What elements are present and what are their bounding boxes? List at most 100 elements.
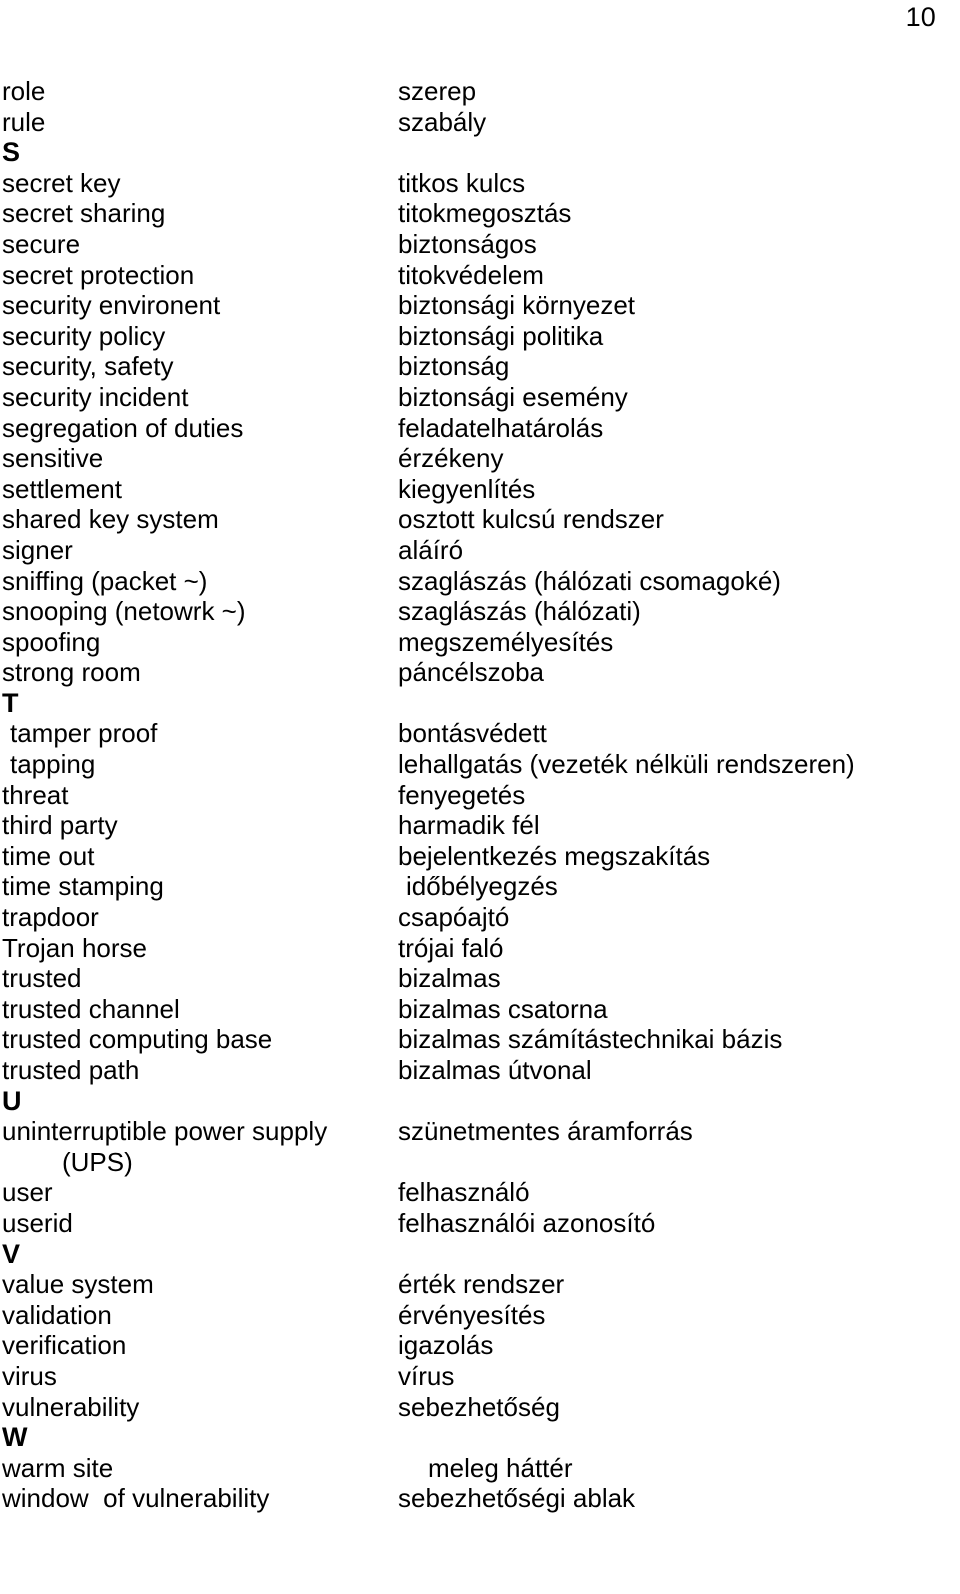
term-hungarian: bizalmas csatorna [398,993,608,1024]
glossary-letter-heading: S [0,137,960,168]
glossary-row: trapdoor csapóajtó [0,902,960,933]
term-hungarian: felhasználói azonosító [398,1207,656,1238]
term-english: vulnerability [2,1391,140,1422]
glossary-row: (UPS) [0,1147,960,1178]
term-english: time stamping [2,871,164,902]
term-english: warm site [2,1452,114,1483]
term-hungarian: biztonság [398,351,510,382]
term-hungarian: biztonsági politika [398,320,604,351]
glossary-row: tamper proof bontásvédett [0,718,960,749]
glossary-row: spoofing megszemélyesítés [0,627,960,658]
glossary-row: security environent biztonsági környezet [0,290,960,321]
term-english: rule [2,106,46,137]
glossary-row: user felhasználó [0,1177,960,1208]
term-english: user [2,1177,53,1208]
term-hungarian: megszemélyesítés [398,626,614,657]
glossary-letter-heading: W [0,1422,960,1453]
term-english: spoofing [2,626,101,657]
term-hungarian: sebezhetőség [398,1391,560,1422]
term-english: security policy [2,320,166,351]
document-page: 10 role szerep rule szabály Ssecret key titko… [0,0,960,1594]
glossary-row: secret key titkos kulcs [0,168,960,199]
term-hungarian: meleg háttér [428,1452,573,1483]
term-english: Trojan horse [2,932,147,963]
glossary-row: signer aláíró [0,535,960,566]
glossary-row: vulnerability sebezhetőség [0,1392,960,1423]
glossary-row: warm site meleg háttér [0,1453,960,1484]
term-hungarian: szünetmentes áramforrás [398,1116,693,1147]
glossary-row: userid felhasználói azonosító [0,1208,960,1239]
term-english: role [2,76,46,106]
glossary-table: role szerep rule szabály Ssecret key titkos k… [0,76,960,1514]
term-hungarian: sebezhetőségi ablak [398,1483,636,1514]
term-hungarian: bontásvédett [398,718,547,749]
glossary-row: security incident biztonsági esemény [0,382,960,413]
term-hungarian: titokvédelem [398,259,544,290]
term-hungarian: szerep [398,76,477,106]
term-english: secret sharing [2,198,166,229]
term-english: trapdoor [2,902,99,933]
glossary-row: security policy biztonsági politika [0,321,960,352]
term-hungarian: osztott kulcsú rendszer [398,504,664,535]
term-english: strong room [2,657,141,688]
term-hungarian: időbélyegzés [406,871,558,902]
term-hungarian: bizalmas számítástechnikai bázis [398,1024,783,1055]
glossary-row: tapping lehallgatás (vezeték nélküli rend… [0,749,960,780]
term-english: userid [2,1207,73,1238]
term-english: segregation of duties [2,412,244,443]
glossary-row: trusted channel bizalmas csatorna [0,994,960,1025]
term-hungarian: csapóajtó [398,902,510,933]
glossary-row: value system érték rendszer [0,1269,960,1300]
term-english: secure [2,228,81,259]
term-english: signer [2,534,73,565]
term-hungarian: igazolás [398,1330,494,1361]
letter-label: S [2,137,21,168]
term-hungarian: harmadik fél [398,810,540,841]
term-english: time out [2,840,95,871]
term-hungarian: bizalmas útvonal [398,1055,592,1085]
term-hungarian: titkos kulcs [398,167,526,198]
glossary-letter-heading: V [0,1239,960,1270]
term-hungarian: titokmegosztás [398,198,572,229]
glossary-row: verification igazolás [0,1330,960,1361]
letter-label: W [2,1422,28,1453]
term-hungarian: páncélszoba [398,657,544,688]
glossary-row: Trojan horse trójai faló [0,933,960,964]
glossary-row: uninterruptible power supply szünetmentes… [0,1116,960,1147]
glossary-row: secret protection titokvédelem [0,260,960,291]
letter-label: V [2,1238,21,1269]
term-hungarian: fenyegetés [398,779,526,810]
term-english: tamper proof [10,718,158,749]
glossary-row: sensitive érzékeny [0,443,960,474]
term-english: validation [2,1299,112,1330]
term-hungarian: felhasználó [398,1177,530,1208]
term-hungarian: bejelentkezés megszakítás [398,840,711,871]
term-hungarian: érték rendszer [398,1269,565,1300]
glossary-row: sniffing (packet ~) szaglászás (hálózati … [0,566,960,597]
term-hungarian: vírus [398,1360,455,1391]
glossary-row: secure biztonságos [0,229,960,260]
term-english: sensitive [2,443,104,474]
term-hungarian: érvényesítés [398,1299,546,1330]
term-hungarian: szabály [398,106,487,137]
page-number: 10 [905,2,936,32]
glossary-row: secret sharing titokmegosztás [0,198,960,229]
term-english: security, safety [2,351,174,382]
term-hungarian: trójai faló [398,932,504,963]
glossary-row: security, safety biztonság [0,351,960,382]
glossary-row: shared key system osztott kulcsú rendszer [0,504,960,535]
term-english: third party [2,810,118,841]
term-english: tapping [10,749,96,780]
term-english: value system [2,1269,154,1300]
term-english: trusted channel [2,993,180,1024]
term-english: trusted computing base [2,1024,273,1055]
term-hungarian: kiegyenlítés [398,473,536,504]
glossary-row: trusted computing base bizalmas számítást… [0,1024,960,1055]
term-english: settlement [2,473,122,504]
glossary-row: rule szabály [0,107,960,138]
term-english: security incident [2,381,189,412]
glossary-row: settlement kiegyenlítés [0,474,960,505]
term-english: (UPS) [62,1146,133,1177]
term-english: security environent [2,290,221,321]
term-english: secret protection [2,259,195,290]
